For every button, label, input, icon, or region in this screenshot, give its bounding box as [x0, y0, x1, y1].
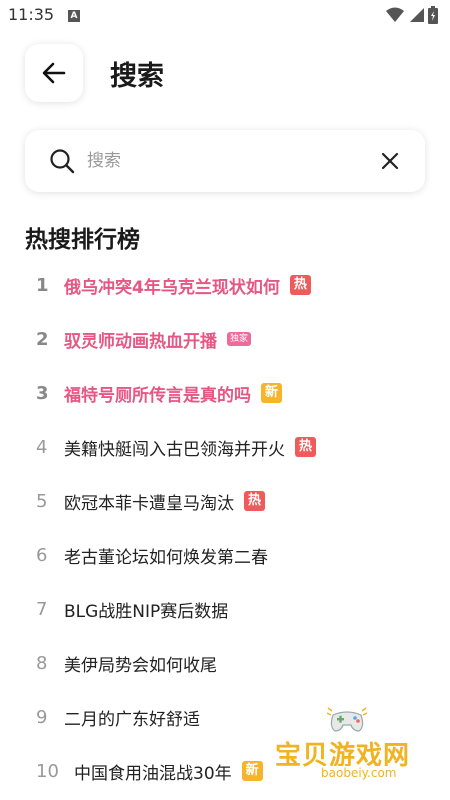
- rank-text: 美籍快艇闯入古巴领海并开火: [64, 439, 285, 460]
- rank-number: 9: [36, 706, 48, 728]
- status-indicators: [386, 6, 438, 24]
- list-item[interactable]: 3 福特号厕所传言是真的吗 新: [0, 366, 450, 420]
- rank-number: 4: [36, 436, 48, 458]
- gamepad-icon: [327, 707, 367, 732]
- arrow-left-icon: [42, 62, 66, 84]
- rank-text: 福特号厕所传言是真的吗: [64, 385, 251, 406]
- rank-number: 7: [36, 598, 48, 620]
- rank-text: 老古董论坛如何焕发第二春: [64, 547, 268, 568]
- status-bar: 11:35 A: [0, 0, 450, 30]
- status-time: 11:35: [8, 5, 55, 24]
- back-button[interactable]: [25, 44, 83, 102]
- rank-text: 中国食用油混战30年: [74, 763, 232, 784]
- rank-number: 3: [36, 382, 49, 404]
- rank-text: BLG战胜NIP赛后数据: [64, 601, 229, 622]
- rank-number: 6: [36, 544, 48, 566]
- hot-badge: 热: [289, 275, 311, 295]
- new-badge: 新: [261, 383, 283, 403]
- watermark: 宝贝游戏网 baobeiy.com: [275, 705, 445, 785]
- battery-icon: [428, 6, 438, 24]
- rank-text: 驭灵师动画热血开播: [64, 331, 217, 352]
- watermark-url: baobeiy.com: [321, 766, 397, 780]
- search-icon: [50, 149, 75, 174]
- rank-text: 欧冠本菲卡遭皇马淘汰: [64, 493, 234, 514]
- rank-number: 2: [36, 328, 49, 350]
- header: 搜索: [0, 44, 450, 104]
- list-item[interactable]: 5 欧冠本菲卡遭皇马淘汰 热: [0, 474, 450, 528]
- rank-text: 俄乌冲突4年乌克兰现状如何: [64, 277, 280, 298]
- rank-number: 8: [36, 652, 48, 674]
- list-item[interactable]: 1 俄乌冲突4年乌克兰现状如何 热: [0, 258, 450, 312]
- rank-text: 二月的广东好舒适: [64, 709, 200, 730]
- hot-badge: 热: [295, 437, 317, 457]
- wifi-icon: [386, 7, 404, 22]
- rank-number: 5: [36, 490, 48, 512]
- rank-text: 美伊局势会如何收尾: [64, 655, 217, 676]
- signal-icon: [410, 8, 424, 22]
- notification-icon: A: [68, 10, 80, 22]
- section-title: 热搜排行榜: [25, 227, 140, 253]
- exclusive-badge: 独家: [227, 332, 252, 346]
- list-item[interactable]: 6 老古董论坛如何焕发第二春: [0, 528, 450, 582]
- list-item[interactable]: 7 BLG战胜NIP赛后数据: [0, 582, 450, 636]
- close-icon[interactable]: [381, 152, 399, 170]
- hot-badge: 热: [244, 491, 266, 511]
- rank-number: 1: [36, 274, 49, 296]
- page-title: 搜索: [110, 61, 164, 92]
- list-item[interactable]: 2 驭灵师动画热血开播 独家: [0, 312, 450, 366]
- rank-number: 10: [36, 760, 59, 782]
- list-item[interactable]: 4 美籍快艇闯入古巴领海并开火 热: [0, 420, 450, 474]
- search-box[interactable]: [25, 130, 425, 192]
- search-input[interactable]: [87, 146, 367, 176]
- new-badge: 新: [241, 761, 263, 781]
- list-item[interactable]: 8 美伊局势会如何收尾: [0, 636, 450, 690]
